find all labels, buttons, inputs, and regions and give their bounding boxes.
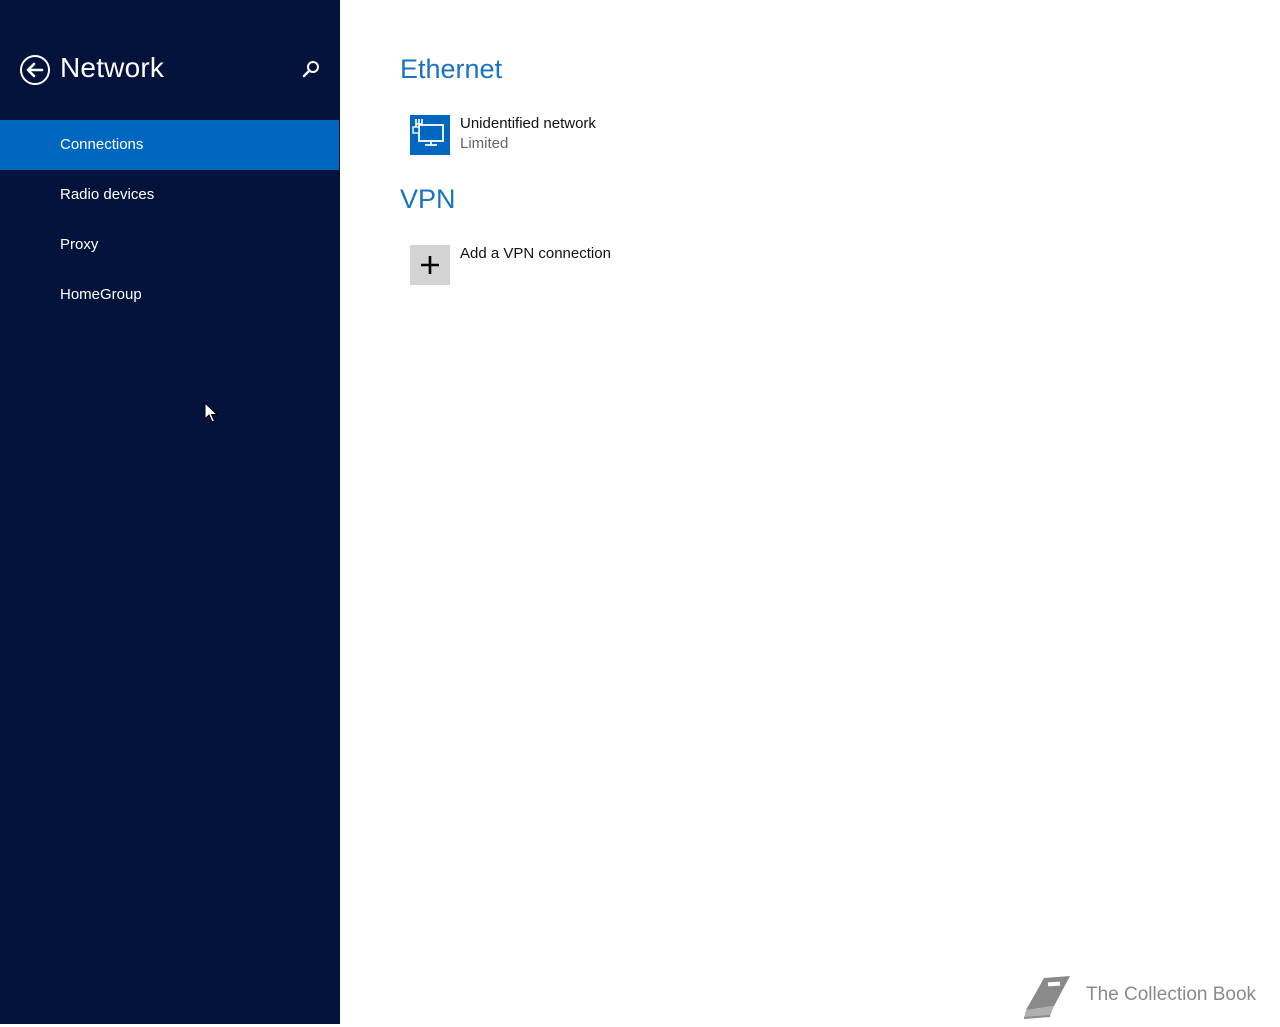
- ethernet-network-icon: [410, 115, 450, 155]
- sidebar-item-homegroup[interactable]: HomeGroup: [0, 270, 340, 320]
- section-title-ethernet: Ethernet: [400, 54, 503, 84]
- network-name: Unidentified network: [460, 115, 596, 132]
- watermark: The Collection Book: [1020, 972, 1260, 1022]
- page-title: Network: [60, 52, 165, 83]
- mouse-pointer-icon: [204, 402, 218, 423]
- sidebar-item-label: Proxy: [60, 236, 99, 253]
- section-title-vpn: VPN: [400, 184, 456, 214]
- sidebar-item-label: Radio devices: [60, 186, 155, 203]
- network-status: Limited: [460, 135, 509, 152]
- book-icon: [1023, 976, 1070, 1019]
- add-vpn-connection-button[interactable]: Add a VPN connection: [410, 245, 710, 285]
- search-button[interactable]: [300, 58, 322, 82]
- ethernet-connection-item[interactable]: Unidentified network Limited: [410, 115, 710, 155]
- add-vpn-label: Add a VPN connection: [460, 245, 611, 262]
- sidebar-item-radio-devices[interactable]: Radio devices: [0, 170, 340, 220]
- sidebar-item-label: HomeGroup: [60, 286, 142, 303]
- sidebar-item-label: Connections: [60, 136, 144, 153]
- back-arrow-icon: [20, 55, 50, 85]
- watermark-text: The Collection Book: [1086, 984, 1257, 1005]
- plus-icon: [410, 245, 450, 285]
- sidebar: Network Connections Radio devices Proxy …: [0, 0, 340, 1024]
- sidebar-item-proxy[interactable]: Proxy: [0, 220, 340, 270]
- search-icon: [302, 61, 319, 78]
- back-button[interactable]: [19, 54, 51, 86]
- sidebar-item-connections[interactable]: Connections: [0, 120, 339, 170]
- main-content: Ethernet Unidentified network Limited VP…: [340, 0, 1280, 1024]
